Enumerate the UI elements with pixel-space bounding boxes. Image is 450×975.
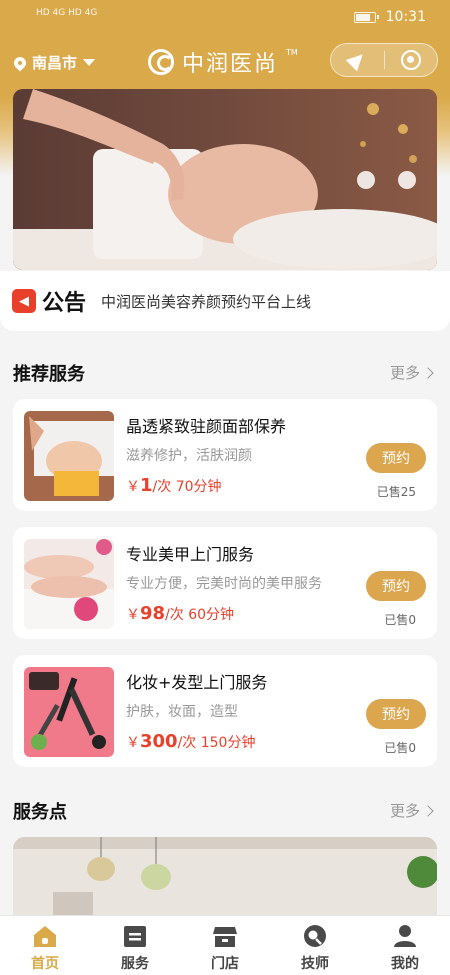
profile-icon: [394, 925, 416, 947]
more-label: 更多: [389, 364, 420, 382]
tab-technician[interactable]: 技师: [270, 916, 360, 975]
facial-image: [24, 411, 114, 501]
service-thumbnail: [24, 411, 114, 501]
service-card[interactable]: 晶透紧致驻颜面部保养 滋养修护，活肤润颜 ￥1/次 70分钟 预约 已售25: [13, 399, 437, 511]
book-button[interactable]: 预约: [366, 443, 426, 473]
banner-image: [13, 89, 437, 270]
status-bar: HD 4G HD 4G 10:31: [0, 0, 450, 36]
tab-store[interactable]: 门店: [180, 916, 270, 975]
store-image: [13, 837, 437, 917]
service-name: 化妆+发型上门服务: [126, 673, 268, 692]
price-currency: ￥: [126, 607, 140, 623]
service-name: 专业美甲上门服务: [126, 545, 255, 564]
sold-count: 已售0: [384, 613, 416, 627]
logo-icon: [148, 49, 174, 75]
recommend-title: 推荐服务: [13, 364, 85, 385]
technician-icon: [304, 925, 326, 947]
service-price: ￥300/次 150分钟: [126, 731, 255, 752]
bottom-tab-bar: 首页 服务 门店 技师 我的: [0, 915, 450, 975]
price-value: 98: [140, 603, 166, 624]
price-unit: /次 70分钟: [152, 479, 222, 495]
location-button[interactable]: [331, 44, 384, 76]
recommend-more-link[interactable]: 更多: [389, 362, 434, 383]
service-card[interactable]: 化妆+发型上门服务 护肤，妆面，造型 ￥300/次 150分钟 预约 已售0: [13, 655, 437, 767]
mini-program-capsule: [330, 43, 438, 77]
manicure-image: [24, 539, 114, 629]
service-name: 晶透紧致驻颜面部保养: [126, 417, 287, 436]
tab-label: 技师: [301, 956, 329, 972]
announcement-bar[interactable]: ◀ 公告 中润医尚美容养颜预约平台上线: [0, 271, 450, 331]
stores-title: 服务点: [13, 802, 67, 823]
book-button[interactable]: 预约: [366, 699, 426, 729]
tab-profile[interactable]: 我的: [360, 916, 450, 975]
promo-banner[interactable]: [13, 89, 437, 270]
chevron-down-icon: [83, 59, 96, 66]
network-indicators: HD 4G HD 4G: [36, 8, 98, 18]
chevron-right-icon: [422, 366, 434, 379]
brand-logo: 中润医尚 TM: [148, 46, 298, 78]
service-card[interactable]: 专业美甲上门服务 专业方便，完美时尚的美甲服务 ￥98/次 60分钟 预约 已售…: [13, 527, 437, 639]
navigation-arrow-icon: [345, 48, 369, 72]
service-desc: 护肤，妆面，造型: [126, 704, 238, 720]
tab-label: 服务: [121, 956, 149, 972]
tab-label: 门店: [211, 956, 239, 972]
stores-more-link[interactable]: 更多: [389, 800, 434, 821]
store-card[interactable]: [13, 837, 437, 917]
price-value: 300: [140, 731, 178, 752]
service-price: ￥1/次 70分钟: [126, 475, 222, 496]
service-desc: 专业方便，完美时尚的美甲服务: [126, 576, 322, 592]
tab-label: 我的: [391, 956, 419, 972]
service-icon: [124, 926, 146, 947]
service-price: ￥98/次 60分钟: [126, 603, 234, 624]
status-time: 10:31: [385, 9, 426, 25]
book-button[interactable]: 预约: [366, 571, 426, 601]
target-icon: [400, 50, 421, 70]
price-currency: ￥: [126, 735, 140, 751]
logo-trademark: TM: [286, 48, 298, 57]
store-icon: [213, 927, 237, 947]
logo-text: 中润医尚: [182, 52, 279, 77]
price-value: 1: [140, 475, 153, 496]
tab-home[interactable]: 首页: [0, 916, 90, 975]
city-selector[interactable]: 南昌市: [11, 52, 96, 73]
service-desc: 滋养修护，活肤润颜: [126, 448, 252, 464]
speaker-icon: ◀: [12, 289, 36, 313]
sold-count: 已售0: [384, 741, 416, 755]
announcement-text: 中润医尚美容养颜预约平台上线: [101, 293, 312, 311]
sold-count: 已售25: [376, 485, 416, 499]
price-unit: /次 150分钟: [177, 735, 256, 751]
battery-icon: [353, 11, 379, 23]
close-program-button[interactable]: [385, 44, 438, 76]
price-unit: /次 60分钟: [165, 607, 235, 623]
more-label: 更多: [389, 802, 420, 820]
service-thumbnail: [24, 667, 114, 757]
price-currency: ￥: [126, 479, 140, 495]
city-name: 南昌市: [32, 54, 78, 72]
tab-label: 首页: [31, 956, 59, 972]
tab-service[interactable]: 服务: [90, 916, 180, 975]
makeup-image: [24, 667, 114, 757]
home-icon: [34, 926, 56, 947]
chevron-right-icon: [422, 804, 434, 817]
service-thumbnail: [24, 539, 114, 629]
announcement-tag: 公告: [42, 291, 87, 316]
location-pin-icon: [11, 54, 29, 71]
